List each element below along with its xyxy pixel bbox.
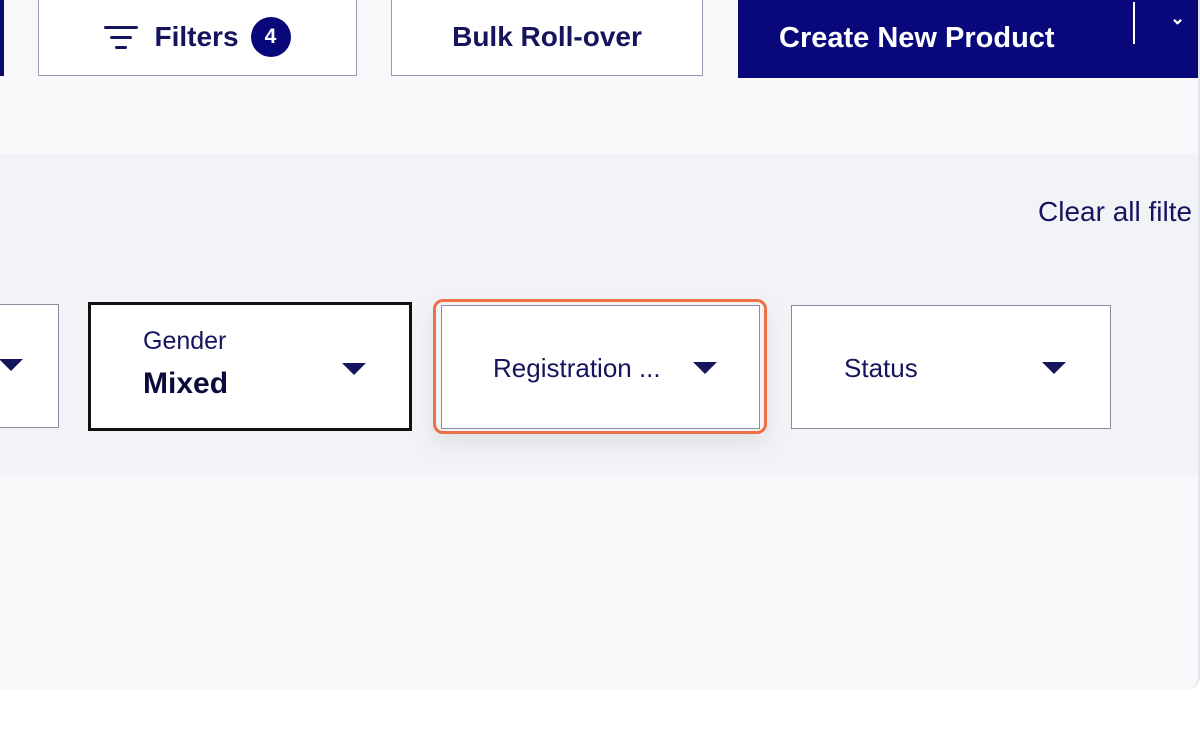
page-frame: Filters 4 Bulk Roll-over Create New Prod… [0, 0, 1200, 690]
footer-strip [0, 690, 1200, 736]
registration-dropdown-label: Registration ... [493, 353, 661, 383]
caret-down-icon [693, 362, 717, 374]
registration-dropdown[interactable]: Registration ... [441, 305, 760, 429]
create-new-product-button[interactable]: Create New Product ⌄ [738, 0, 1198, 78]
filters-label: Filters [154, 21, 239, 52]
caret-down-icon [342, 363, 366, 375]
caret-down-icon [0, 359, 23, 371]
clear-all-filters-link[interactable]: Clear all filte [1038, 196, 1192, 228]
filter-icon [104, 22, 139, 52]
gender-dropdown[interactable]: Gender Mixed [88, 302, 412, 431]
bulk-rollover-label: Bulk Roll-over [452, 21, 642, 52]
filters-button[interactable]: Filters 4 [38, 0, 357, 76]
split-button-divider [1133, 2, 1135, 44]
filter-dropdown-previous[interactable] [0, 304, 59, 428]
bulk-rollover-button[interactable]: Bulk Roll-over [391, 0, 703, 76]
filters-count-badge: 4 [250, 17, 291, 57]
status-dropdown[interactable]: Status [791, 305, 1111, 429]
left-edge-button-fragment[interactable] [0, 0, 4, 76]
create-new-product-label: Create New Product [779, 21, 1055, 54]
gender-dropdown-value: Mixed [143, 367, 229, 400]
caret-down-icon [1042, 362, 1066, 374]
gender-dropdown-label: Gender [143, 327, 227, 355]
chevron-down-icon[interactable]: ⌄ [1170, 8, 1185, 29]
status-dropdown-label: Status [844, 353, 918, 383]
